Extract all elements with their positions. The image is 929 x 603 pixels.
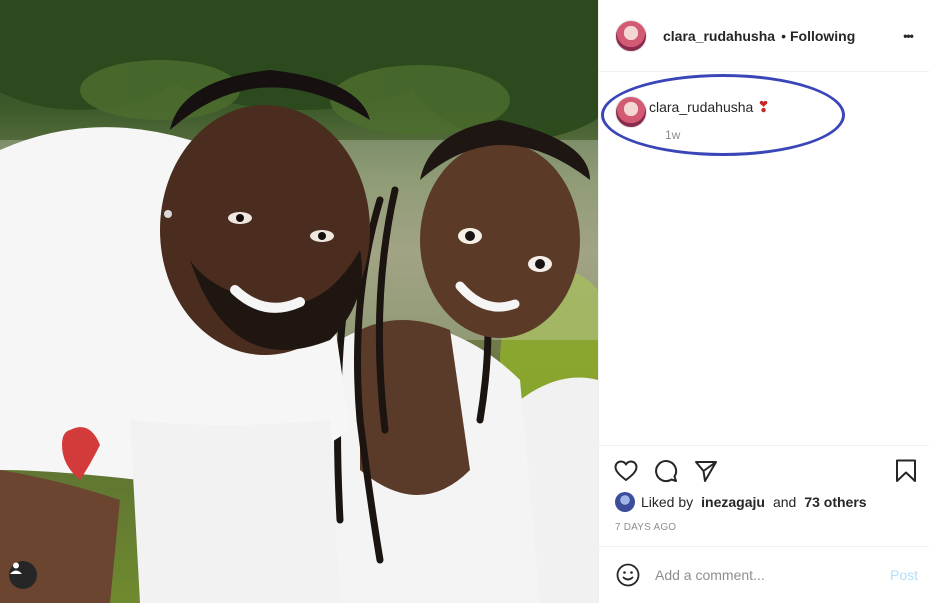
comment-input[interactable] xyxy=(655,565,875,585)
post-actions xyxy=(599,445,929,495)
others-count-link[interactable]: 73 others xyxy=(804,494,866,510)
liker-username[interactable]: inezagaju xyxy=(701,494,765,510)
save-button[interactable] xyxy=(893,458,919,484)
like-button[interactable] xyxy=(613,458,639,484)
following-button[interactable]: Following xyxy=(790,28,855,44)
likes-summary: Liked by inezagaju and 73 others xyxy=(615,492,867,512)
and-label: and xyxy=(772,494,797,510)
photo-illustration xyxy=(0,0,598,603)
comment-button[interactable] xyxy=(653,458,679,484)
more-options-icon[interactable]: ••• xyxy=(898,26,918,46)
post-date[interactable]: 7 DAYS AGO xyxy=(615,522,676,533)
author-avatar[interactable] xyxy=(615,19,647,52)
post-photo[interactable] xyxy=(0,0,598,603)
more-options-label: ••• xyxy=(903,29,914,43)
bookmark-icon xyxy=(896,459,916,482)
emoji-button[interactable] xyxy=(615,562,641,588)
caption-username[interactable]: clara_rudahusha ❣ xyxy=(649,98,770,116)
post-caption: clara_rudahusha ❣ 1w xyxy=(599,80,929,150)
comment-icon xyxy=(655,460,678,483)
liker-avatar[interactable] xyxy=(615,492,635,512)
heart-icon xyxy=(614,460,638,482)
separator-dot: • xyxy=(781,27,786,44)
caption-username-text[interactable]: clara_rudahusha xyxy=(649,99,753,115)
user-icon xyxy=(10,562,22,574)
heart-exclamation-emoji: ❣ xyxy=(757,99,770,116)
paper-plane-icon xyxy=(695,461,717,482)
comment-form: Post xyxy=(599,546,929,603)
liked-by-label: Liked by xyxy=(641,494,694,510)
smiley-icon xyxy=(616,563,640,587)
post-header: clara_rudahusha • Following ••• xyxy=(599,0,929,72)
tagged-users-button[interactable] xyxy=(9,561,37,589)
caption-author-avatar[interactable] xyxy=(615,96,647,128)
author-username[interactable]: clara_rudahusha xyxy=(663,28,775,44)
post-sidebar: clara_rudahusha • Following ••• clara_ru… xyxy=(598,0,929,603)
caption-timestamp[interactable]: 1w xyxy=(665,128,680,142)
post-comment-button[interactable]: Post xyxy=(890,567,918,583)
share-button[interactable] xyxy=(693,458,719,484)
